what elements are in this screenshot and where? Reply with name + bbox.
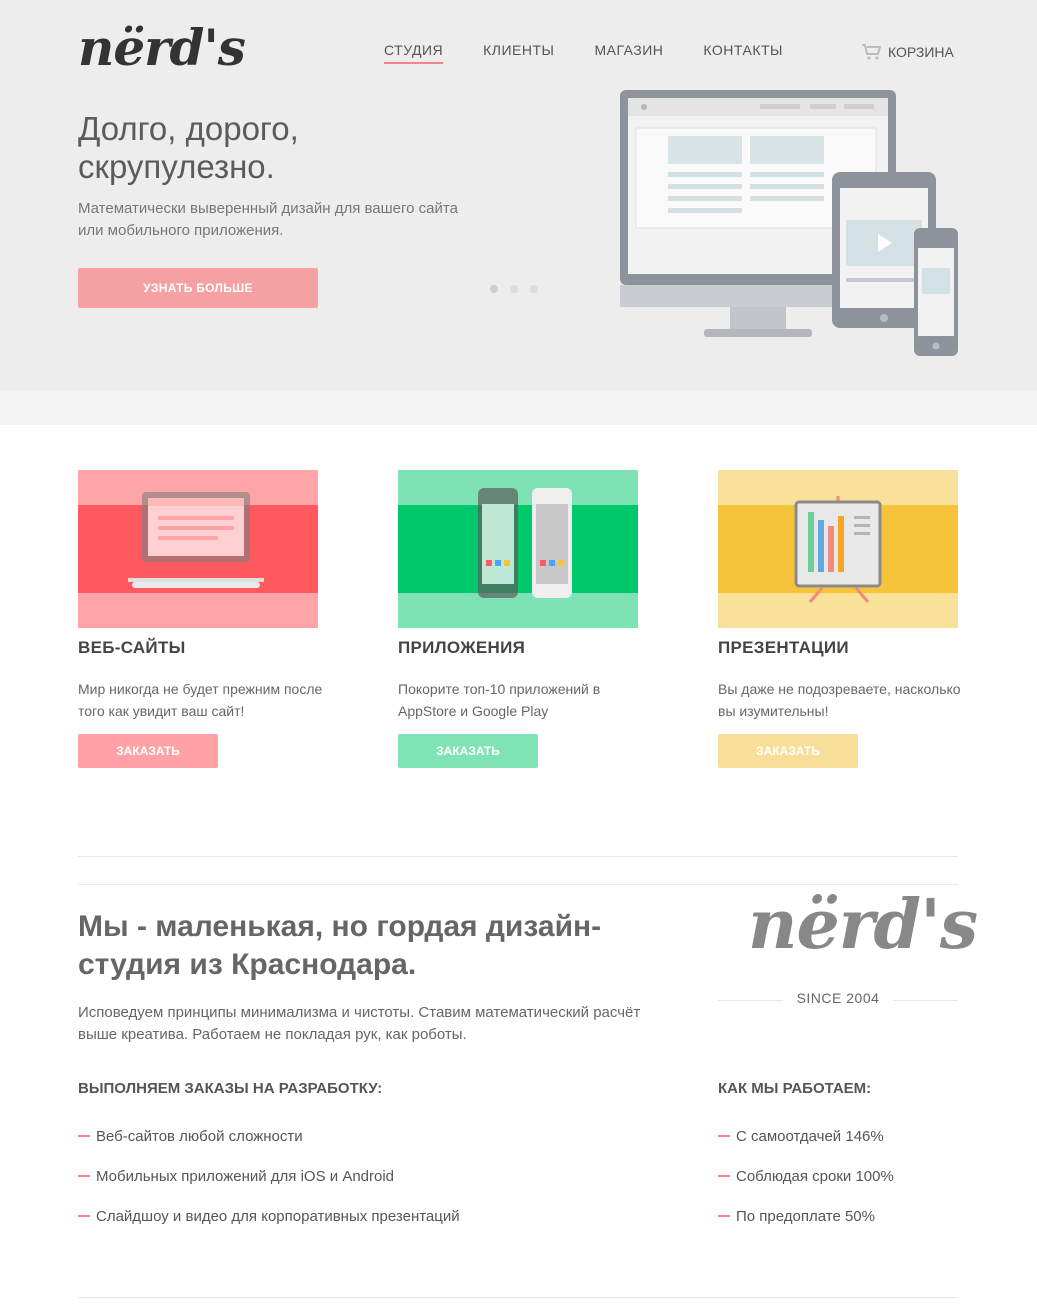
- divider: [78, 1297, 958, 1298]
- apps-illustration: [398, 470, 638, 628]
- how-list: С самоотдачей 146% Соблюдая сроки 100% П…: [718, 1116, 894, 1236]
- service-websites-title: Веб-сайты: [78, 638, 186, 657]
- nav-item-studio[interactable]: Студия: [384, 42, 444, 64]
- divider: [78, 856, 958, 857]
- how-heading: Как мы работаем:: [718, 1080, 872, 1097]
- order-websites-button[interactable]: Заказать: [78, 734, 218, 768]
- hero-bottom-strip: [0, 390, 1037, 425]
- slider-dots: [490, 285, 538, 293]
- service-apps-title: Приложения: [398, 638, 526, 657]
- list-item: Соблюдая сроки 100%: [718, 1156, 894, 1196]
- about-text: Исповедуем принципы минимализма и чистот…: [78, 1004, 641, 1043]
- nav-item-contacts[interactable]: Контакты: [703, 42, 783, 64]
- service-presentations-title: Презентации: [718, 638, 849, 657]
- service-presentations-text: Вы даже не подозреваете, насколько вы из…: [718, 681, 961, 719]
- cart-icon: [862, 44, 882, 60]
- service-websites: Веб-сайты Мир никогда не будет прежним п…: [78, 470, 322, 768]
- list-item: Мобильных приложений для iOS и Android: [78, 1156, 460, 1196]
- hero-title: Долго, дорого, скрупулезно.: [78, 110, 299, 185]
- websites-illustration: [78, 470, 318, 628]
- nav-item-shop[interactable]: Магазин: [594, 42, 663, 64]
- service-apps-text: Покорите топ-10 приложений в AppStore и …: [398, 681, 601, 719]
- order-presentations-button[interactable]: Заказать: [718, 734, 858, 768]
- service-websites-text: Мир никогда не будет прежним после того …: [78, 681, 323, 719]
- about-title: Мы - маленькая, но гордая дизайн-студия …: [78, 910, 602, 981]
- learn-more-button[interactable]: Узнать больше: [78, 268, 318, 308]
- list-item: Слайдшоу и видео для корпоративных презе…: [78, 1196, 460, 1236]
- orders-heading: Выполняем заказы на разработку:: [78, 1080, 383, 1097]
- list-item: По предоплате 50%: [718, 1196, 894, 1236]
- order-apps-button[interactable]: Заказать: [398, 734, 538, 768]
- slider-dot-3[interactable]: [530, 285, 538, 293]
- devices-illustration: [620, 90, 958, 356]
- cart-label: Корзина: [888, 44, 954, 60]
- orders-list: Веб-сайтов любой сложности Мобильных при…: [78, 1116, 460, 1236]
- nav-item-clients[interactable]: Клиенты: [483, 42, 554, 64]
- slider-dot-1[interactable]: [490, 285, 498, 293]
- logo-large: nërd's: [748, 885, 978, 965]
- presentations-illustration: [718, 470, 958, 628]
- cart-link[interactable]: Корзина: [862, 44, 954, 60]
- service-apps: Приложения Покорите топ-10 приложений в …: [398, 470, 638, 768]
- hero-subtitle: Математически выверенный дизайн для ваше…: [78, 200, 458, 239]
- service-presentations: Презентации Вы даже не подозреваете, нас…: [718, 470, 961, 768]
- list-item: Веб-сайтов любой сложности: [78, 1116, 460, 1156]
- main-nav: Студия Клиенты Магазин Контакты: [384, 42, 783, 64]
- slider-dot-2[interactable]: [510, 285, 518, 293]
- since-label: SINCE 2004: [718, 990, 958, 1006]
- logo[interactable]: nërd's: [78, 18, 246, 77]
- list-item: С самоотдачей 146%: [718, 1116, 894, 1156]
